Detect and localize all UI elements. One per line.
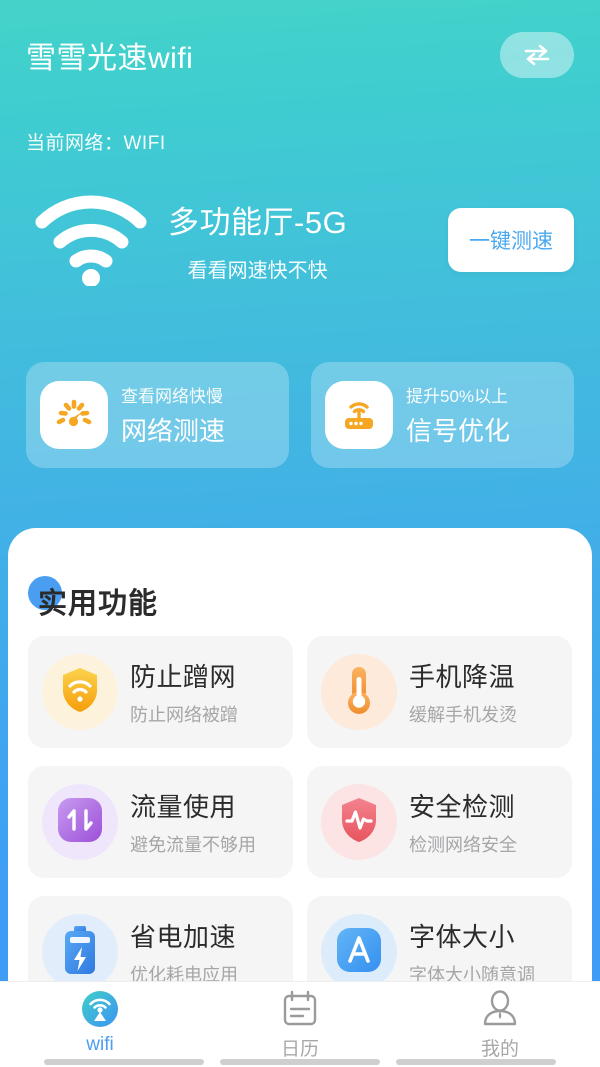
function-icon-wrap — [321, 784, 397, 860]
function-subtitle: 检测网络安全 — [409, 835, 517, 855]
wifi-signal-icon — [32, 194, 150, 287]
thermometer-icon — [342, 664, 376, 721]
hero-section: 多功能厅-5G 看看网速快不快 一键测速 — [0, 186, 600, 294]
swap-arrows-icon — [522, 44, 552, 66]
wifi-tower-icon — [78, 988, 122, 1030]
bottom-navigation: wifi 日历 我的 — [0, 981, 600, 1067]
font-size-a-icon — [335, 926, 383, 979]
function-title: 手机降温 — [409, 662, 516, 692]
function-icon-wrap — [42, 784, 118, 860]
function-icon-wrap — [321, 914, 397, 990]
battery-bolt-icon — [60, 924, 100, 981]
function-icon-wrap — [42, 914, 118, 990]
promo-title: 网络测速 — [121, 416, 226, 446]
calendar-icon — [281, 988, 319, 1030]
function-text-block: 手机降温 缓解手机发烫 — [409, 657, 517, 727]
function-text-block: 安全检测 检测网络安全 — [409, 787, 517, 857]
current-network-label: 当前网络：WIFI — [26, 133, 166, 154]
function-card-data-usage[interactable]: 流量使用 避免流量不够用 — [28, 766, 293, 878]
function-grid: 防止蹭网 防止网络被蹭 手机降温 缓解手机发烫 流量使用 避免流量不够用 安全检… — [8, 622, 592, 1008]
promo-subtitle: 提升50%以上 — [406, 387, 509, 406]
function-text-block: 流量使用 避免流量不够用 — [130, 787, 256, 857]
function-subtitle: 缓解手机发烫 — [409, 705, 517, 725]
promo-card-row: 查看网络快慢 网络测速 提升50%以上 信号优化 — [26, 362, 574, 468]
promo-card-network-speed[interactable]: 查看网络快慢 网络测速 — [26, 362, 289, 468]
nav-label: 日历 — [280, 1039, 319, 1060]
router-icon — [337, 391, 381, 440]
shield-pulse-icon — [336, 795, 382, 850]
swap-network-button[interactable] — [500, 32, 574, 78]
function-title: 安全检测 — [409, 792, 516, 822]
app-title: 雪雪光速wifi — [26, 42, 194, 75]
promo-text-block: 提升50%以上 信号优化 — [406, 382, 510, 448]
app-header: 雪雪光速wifi — [0, 0, 600, 110]
ssid-name: 多功能厅-5G — [168, 205, 348, 240]
function-title: 流量使用 — [130, 792, 237, 822]
function-subtitle: 避免流量不够用 — [130, 835, 256, 855]
promo-icon-wrap — [40, 381, 108, 449]
function-subtitle: 防止网络被蹭 — [130, 705, 238, 725]
function-card-anti-leech[interactable]: 防止蹭网 防止网络被蹭 — [28, 636, 293, 748]
function-icon-wrap — [321, 654, 397, 730]
person-icon — [481, 988, 519, 1030]
nav-label: wifi — [86, 1034, 114, 1055]
speed-test-button[interactable]: 一键测速 — [448, 208, 574, 272]
speedometer-icon — [52, 391, 96, 440]
data-transfer-icon — [56, 796, 104, 849]
function-title: 防止蹭网 — [130, 662, 237, 692]
function-title: 省电加速 — [130, 922, 237, 952]
function-text-block: 省电加速 优化耗电应用 — [130, 917, 238, 987]
hero-text-block: 多功能厅-5G 看看网速快不快 — [168, 197, 347, 283]
nav-item-calendar[interactable]: 日历 — [200, 988, 400, 1061]
ssid-subtitle: 看看网速快不快 — [187, 260, 328, 282]
function-text-block: 字体大小 字体大小随意调 — [409, 917, 535, 987]
nav-item-profile[interactable]: 我的 — [400, 988, 600, 1061]
function-icon-wrap — [42, 654, 118, 730]
function-card-security-check[interactable]: 安全检测 检测网络安全 — [307, 766, 572, 878]
function-text-block: 防止蹭网 防止网络被蹭 — [130, 657, 238, 727]
section-header: 实用功能 — [28, 576, 592, 622]
promo-icon-wrap — [325, 381, 393, 449]
function-card-phone-cooling[interactable]: 手机降温 缓解手机发烫 — [307, 636, 572, 748]
nav-label: 我的 — [480, 1039, 519, 1060]
function-title: 字体大小 — [409, 922, 516, 952]
shield-wifi-icon — [57, 665, 103, 720]
promo-title: 信号优化 — [406, 416, 511, 446]
promo-text-block: 查看网络快慢 网络测速 — [121, 382, 225, 448]
section-title: 实用功能 — [38, 588, 159, 620]
promo-subtitle: 查看网络快慢 — [121, 387, 223, 406]
nav-item-wifi[interactable]: wifi — [0, 988, 200, 1056]
app-screen: 雪雪光速wifi 当前网络：WIFI 多功能厅-5G 看看网速快不快 一键测速 … — [0, 0, 600, 1067]
promo-card-signal-boost[interactable]: 提升50%以上 信号优化 — [311, 362, 574, 468]
